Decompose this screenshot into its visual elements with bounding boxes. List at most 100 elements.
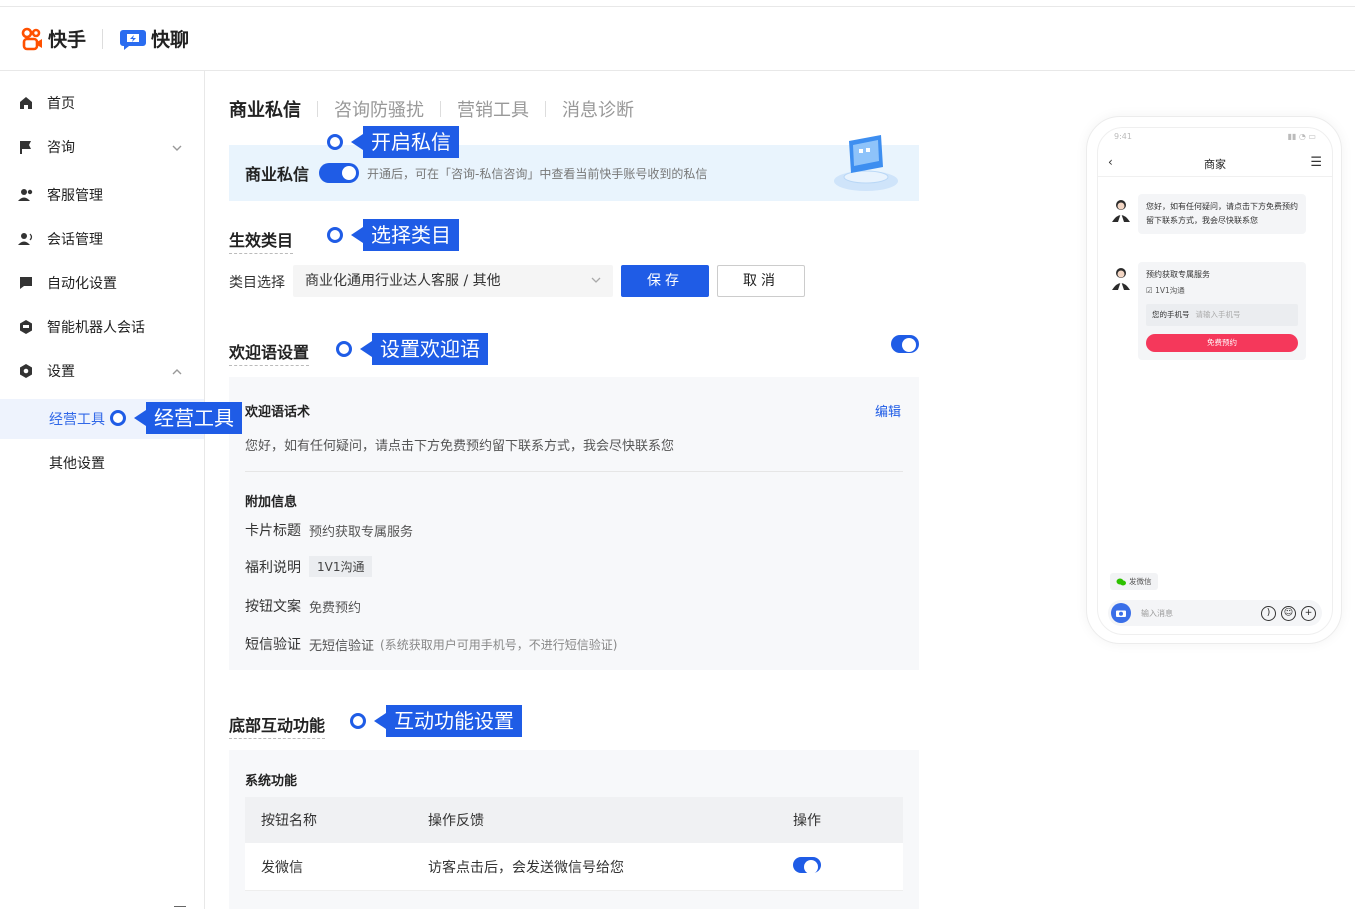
chevron-down-icon[interactable] — [172, 141, 182, 157]
tab-message-diagnosis[interactable]: 消息诊断 — [562, 96, 634, 122]
annotation-dot — [110, 410, 126, 426]
card-title-row: 卡片标题 预约获取专属服务 — [245, 520, 413, 540]
sidebar-item-label: 设置 — [47, 364, 75, 380]
phone-chat-title: 商家 — [1204, 158, 1226, 171]
category-select[interactable]: 商业化通用行业达人客服 / 其他 — [293, 265, 613, 297]
sidebar-item-home[interactable]: 首页 — [0, 83, 204, 123]
phone-number-label: 您的手机号 — [1152, 310, 1190, 319]
annotation-label: 经营工具 — [146, 402, 242, 434]
gear-icon — [18, 363, 34, 379]
camera-icon[interactable] — [1111, 603, 1131, 623]
plus-icon[interactable]: + — [1301, 605, 1316, 621]
extra-info-title: 附加信息 — [245, 495, 298, 510]
annotation-label: 选择类目 — [363, 219, 459, 251]
annotation-select-category: 选择类目 — [327, 219, 459, 251]
category-select-value: 商业化通用行业达人客服 / 其他 — [305, 273, 501, 289]
divider — [245, 471, 903, 472]
system-functions-title: 系统功能 — [245, 774, 298, 789]
cancel-button[interactable]: 取消 — [717, 265, 805, 297]
button-text-label: 按钮文案 — [245, 599, 301, 615]
users-icon — [18, 187, 34, 203]
sidebar-item-label: 智能机器人会话 — [47, 320, 145, 336]
kuailiao-logo[interactable]: 快聊 — [119, 25, 189, 52]
sidebar-item-robot[interactable]: 智能机器人会话 — [0, 307, 204, 347]
benefit-text: 1V1沟通 — [1155, 286, 1185, 295]
functions-table: 按钮名称 操作反馈 操作 发微信 访客点击后，会发送微信号给您 — [245, 797, 903, 891]
emoji-icon[interactable]: ☺ — [1281, 605, 1296, 621]
brand-name-kuaishou: 快手 — [48, 29, 87, 51]
bottom-interaction-title: 底部互动功能 — [229, 712, 326, 739]
annotation-arrow — [374, 713, 386, 729]
input-actions: ) ☺ + — [1261, 605, 1316, 621]
annotation-dot — [327, 227, 343, 243]
function-feedback: 访客点击后，会发送微信号给您 — [428, 859, 624, 876]
banner-description: 开通后，可在「咨询-私信咨询」中查看当前快手账号收到的私信 — [367, 166, 708, 181]
divider — [1098, 176, 1332, 177]
welcome-message-bubble: 您好，如有任何疑问，请点击下方免费预约留下联系方式，我会尽快联系您 — [1138, 194, 1306, 234]
sidebar-item-session[interactable]: 会话管理 — [0, 219, 204, 259]
welcome-settings-panel: 欢迎语话术 编辑 您好，如有任何疑问，请点击下方免费预约留下联系方式，我会尽快联… — [229, 377, 919, 670]
banner-title: 商业私信 — [245, 165, 310, 184]
signal-icon: ▮▮ ◔ ▭ — [1287, 132, 1316, 141]
edit-link[interactable]: 编辑 — [875, 401, 901, 420]
phone-preview: 9:41 ▮▮ ◔ ▭ ‹ 商家 ☰ 您好，如有任何疑问，请点击下方免费预约留下… — [1086, 116, 1342, 644]
kuailiao-logo-icon — [120, 29, 147, 50]
welcome-script-title: 欢迎语话术 — [245, 405, 311, 420]
business-message-toggle[interactable] — [319, 163, 360, 183]
category-section-title: 生效类目 — [229, 227, 294, 254]
free-booking-button[interactable]: 免费预约 — [1146, 334, 1298, 352]
tab-divider — [317, 101, 318, 117]
annotation-label: 设置欢迎语 — [372, 333, 488, 365]
sidebar-item-label: 咨询 — [47, 140, 75, 156]
button-text-row: 按钮文案 免费预约 — [245, 596, 361, 616]
kuaishou-logo[interactable]: 快手 — [20, 25, 86, 52]
phone-number-input[interactable]: 您的手机号 请输入手机号 — [1146, 304, 1298, 326]
sidebar-subitem-label: 其他设置 — [49, 456, 105, 472]
sidebar-item-label: 自动化设置 — [47, 276, 117, 292]
benefit-label: 福利说明 — [245, 559, 301, 576]
sidebar-item-settings[interactable]: 设置 — [0, 351, 204, 391]
annotation-label: 开启私信 — [363, 126, 459, 158]
collapse-icon[interactable] — [174, 906, 186, 907]
card-title-value: 预约获取专属服务 — [309, 524, 414, 540]
wechat-function-toggle[interactable] — [793, 856, 821, 874]
sms-verify-note: (系统获取用户可用手机号，不进行短信验证) — [380, 637, 618, 652]
send-wechat-chip[interactable]: 发微信 — [1110, 573, 1158, 590]
voice-icon[interactable]: ) — [1261, 605, 1276, 621]
phone-time: 9:41 — [1114, 132, 1132, 141]
sidebar-item-service[interactable]: 客服管理 — [0, 175, 204, 215]
flag-icon — [18, 139, 34, 155]
column-header: 操作反馈 — [428, 813, 484, 829]
sidebar-item-label: 客服管理 — [47, 188, 103, 204]
phone-number-placeholder: 请输入手机号 — [1195, 310, 1241, 319]
menu-icon[interactable]: ☰ — [1310, 155, 1322, 170]
welcome-toggle[interactable] — [891, 335, 919, 353]
robot-icon — [18, 319, 34, 335]
tab-anti-harassment[interactable]: 咨询防骚扰 — [334, 96, 424, 122]
sidebar-item-consult[interactable]: 咨询 — [0, 127, 204, 167]
tab-business-message[interactable]: 商业私信 — [229, 96, 301, 122]
message-input[interactable]: 输入消息 — [1141, 608, 1261, 619]
sms-verify-value: 无短信验证 — [309, 638, 375, 654]
phone-screen: 9:41 ▮▮ ◔ ▭ ‹ 商家 ☰ 您好，如有任何疑问，请点击下方免费预约留下… — [1097, 127, 1333, 635]
user-voice-icon — [18, 231, 34, 247]
sidebar-subitem-other-settings[interactable]: 其他设置 — [0, 443, 204, 483]
save-button[interactable]: 保存 — [621, 265, 709, 297]
annotation-arrow — [134, 410, 146, 426]
column-header: 按钮名称 — [261, 813, 317, 829]
system-functions-panel: 系统功能 按钮名称 操作反馈 操作 发微信 访客点击后，会发送微信号给您 — [229, 750, 919, 909]
chevron-up-icon[interactable] — [172, 365, 182, 381]
button-text-value: 免费预约 — [309, 600, 362, 616]
tab-marketing-tools[interactable]: 营销工具 — [457, 96, 529, 122]
annotation-business-tools: 经营工具 — [110, 402, 242, 434]
sidebar-item-automation[interactable]: 自动化设置 — [0, 263, 204, 303]
tab-divider — [440, 101, 441, 117]
sidebar-item-label: 会话管理 — [47, 232, 103, 248]
annotation-dot — [350, 713, 366, 729]
annotation-arrow — [360, 341, 372, 357]
sidebar-subitem-label: 经营工具 — [49, 412, 105, 428]
annotation-arrow — [351, 134, 363, 150]
avatar — [1112, 268, 1130, 290]
booking-card: 预约获取专属服务 ☑ 1V1沟通 您的手机号 请输入手机号 免费预约 — [1138, 262, 1306, 360]
benefit-tag: 1V1沟通 — [309, 556, 373, 577]
